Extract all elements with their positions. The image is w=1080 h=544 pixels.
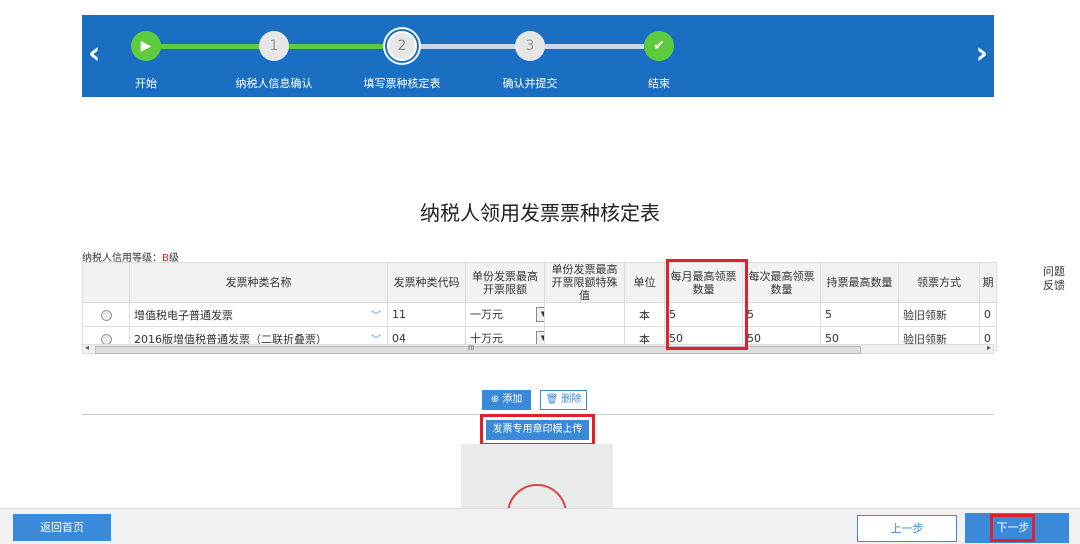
stepper-prev-icon[interactable]: ‹ <box>88 39 100 69</box>
step-label-3: 确认并提交 <box>502 77 558 90</box>
limit-value: 一万元 <box>470 307 503 321</box>
row-select-cell <box>82 302 130 327</box>
horizontal-scrollbar[interactable]: ◂ III ▸ <box>82 343 994 354</box>
row-radio[interactable] <box>100 333 112 345</box>
step-start-play-icon: ▶ <box>131 31 161 61</box>
invoice-name-select[interactable]: 增值税电子普通发票 ﹀ <box>129 302 388 327</box>
each-value[interactable]: 5 <box>742 302 821 327</box>
hold-value[interactable]: 5 <box>820 302 899 327</box>
scroll-left-icon[interactable]: ◂ <box>85 343 89 352</box>
page-title: 纳税人领用发票票种核定表 <box>420 201 660 225</box>
dropdown-arrow-icon[interactable]: ▼ <box>536 306 544 322</box>
header-extra: 期 <box>979 262 997 303</box>
header-name: 发票种类名称 <box>129 262 388 303</box>
table-header-row: 发票种类名称 发票种类代码 单份发票最高开票限额 单份发票最高开票限额特殊值 单… <box>82 262 997 303</box>
step-label-end: 结束 <box>648 77 670 90</box>
step-label-2: 填写票种核定表 <box>363 77 441 90</box>
step-label-start: 开始 <box>135 77 157 90</box>
scroll-grip: III <box>468 344 475 352</box>
extra-value: 0 <box>979 302 997 327</box>
track-segment-1 <box>160 44 272 49</box>
header-unit: 单位 <box>624 262 665 303</box>
seal-preview-image <box>461 444 613 508</box>
highlight-next-button <box>990 514 1035 542</box>
track-segment-4 <box>544 44 644 49</box>
limit-value: 十万元 <box>470 331 503 345</box>
home-button[interactable]: 返回首页 <box>13 514 111 541</box>
prev-step-button[interactable]: 上一步 <box>857 515 957 542</box>
invoice-name: 增值税电子普通发票 <box>134 308 233 322</box>
highlight-monthly-column <box>666 259 748 350</box>
add-button[interactable]: ⊕ 添加 <box>482 390 531 410</box>
invoice-type-table: 发票种类名称 发票种类代码 单份发票最高开票限额 单份发票最高开票限额特殊值 单… <box>82 262 997 351</box>
method-value: 验旧领新 <box>898 302 980 327</box>
track-segment-2 <box>288 44 398 49</box>
header-hold: 持票最高数量 <box>820 262 899 303</box>
limit-select[interactable]: 一万元 ▼ <box>470 306 544 323</box>
feedback-link[interactable]: 问题反馈 <box>1038 265 1070 293</box>
header-each: 每次最高领票数量 <box>742 262 821 303</box>
header-special: 单份发票最高开票限额特殊值 <box>544 262 625 303</box>
highlight-upload-button <box>480 414 595 446</box>
header-method: 领票方式 <box>898 262 980 303</box>
delete-button[interactable]: 🗑 删除 <box>540 390 587 410</box>
track-segment-3 <box>416 44 516 49</box>
step-label-1: 纳税人信息确认 <box>235 77 313 90</box>
header-limit: 单份发票最高开票限额 <box>465 262 545 303</box>
step-2-marker: 2 <box>387 31 417 61</box>
step-1-marker: 1 <box>259 31 289 61</box>
step-end-check-icon: ✔ <box>644 31 674 61</box>
progress-stepper: ‹ › ▶ 1 2 3 ✔ 开始 纳税人信息确认 填写票种核定表 确认并提交 结… <box>82 15 994 97</box>
chevron-down-icon: ﹀ <box>371 311 381 322</box>
invoice-code: 11 <box>387 302 466 327</box>
header-code: 发票种类代码 <box>387 262 466 303</box>
stepper-next-icon[interactable]: › <box>976 39 988 69</box>
header-select <box>82 262 130 303</box>
limit-cell: 一万元 ▼ <box>465 302 545 327</box>
scroll-right-icon[interactable]: ▸ <box>987 343 991 352</box>
row-radio[interactable] <box>100 309 112 321</box>
seal-ring <box>507 484 567 508</box>
step-3-marker: 3 <box>515 31 545 61</box>
unit-value: 本 <box>624 302 665 327</box>
table-row: 增值税电子普通发票﹀ 11 一万元▼ 本 5 5 5 验旧领新 0 <box>82 302 997 327</box>
special-value <box>544 302 625 327</box>
